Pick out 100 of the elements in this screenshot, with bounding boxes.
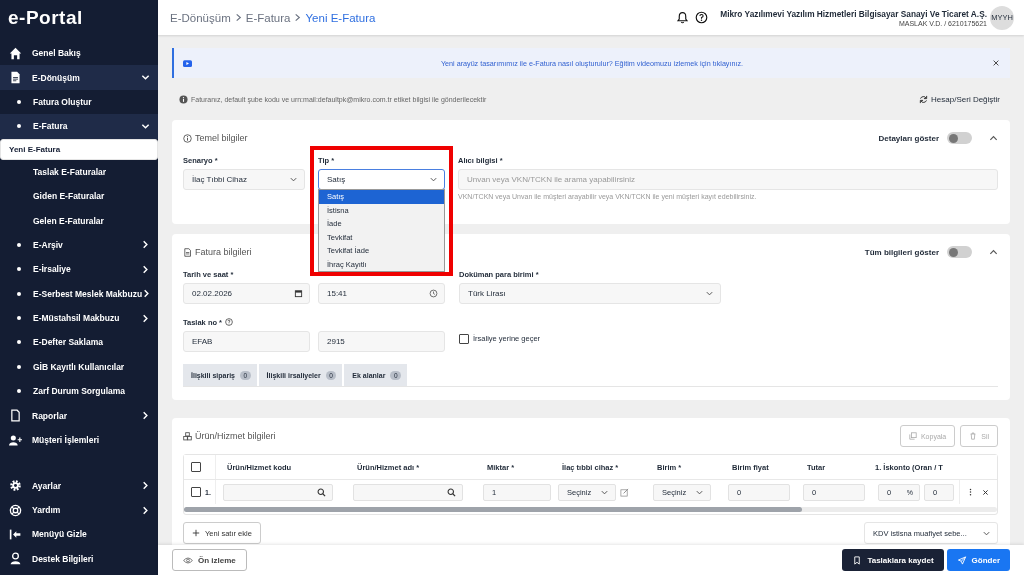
search-icon (447, 487, 456, 497)
sidebar-item[interactable]: Fatura Oluştur (0, 89, 158, 115)
bookmark-icon (852, 555, 863, 565)
send-button[interactable]: Gönder (946, 549, 1010, 571)
sidebar-item[interactable]: Ayarlar (0, 473, 158, 498)
sidebar-item[interactable]: Taslak E-Faturalar (0, 159, 158, 184)
chevron-right-icon (141, 481, 150, 491)
draft-series-field[interactable]: EFAB (183, 331, 310, 352)
chevron-down-icon (141, 73, 150, 83)
bullet-icon (17, 389, 21, 394)
user-plus-icon (9, 433, 22, 447)
sidebar-item[interactable]: Zarf Durum Sorgulama (0, 379, 158, 404)
sidebar-item[interactable]: Destek Bilgileri (0, 546, 158, 571)
account-link[interactable]: Hesap/Seri Değiştir (919, 94, 1000, 104)
more-icon[interactable] (968, 488, 972, 496)
recipient-search-field[interactable]: Unvan veya VKN/TCKN ile arama yapabilirsiniz (458, 169, 998, 190)
clock-icon (429, 289, 438, 298)
boxes-icon (183, 431, 192, 441)
sidebar-item[interactable]: Yeni E-Fatura (0, 138, 158, 160)
bullet-icon (17, 340, 21, 345)
checkbox[interactable] (191, 487, 201, 497)
type-select[interactable]: Satış (318, 169, 445, 190)
trash-icon (969, 432, 978, 440)
toggle-switch[interactable] (947, 132, 972, 144)
date-field[interactable]: 02.02.2026 (183, 283, 310, 304)
info-icon (183, 133, 192, 143)
sidebar-item[interactable]: Giden E-Faturalar (0, 183, 158, 209)
sidebar-item[interactable]: GİB Kayıtlı Kullanıcılar (0, 354, 158, 380)
sidebar-item[interactable]: E-Fatura (0, 114, 158, 139)
chevron-up-icon[interactable] (989, 133, 998, 143)
logo[interactable]: e-Portal (0, 0, 158, 41)
sidebar-item[interactable]: Yardım (0, 497, 158, 523)
search-icon (317, 487, 326, 497)
chevron-right-icon (141, 505, 150, 515)
bell-icon[interactable] (676, 11, 690, 24)
bullet-icon (17, 124, 21, 129)
info-icon (179, 94, 188, 104)
breadcrumb-link[interactable]: E-Dönüşüm (170, 11, 231, 24)
time-field[interactable]: 15:41 (318, 283, 445, 304)
section-title: Temel bilgiler (195, 133, 248, 143)
sidebar-item[interactable]: Raporlar (0, 403, 158, 428)
search-field[interactable] (223, 483, 333, 501)
sidebar-item[interactable]: Gelen E-Faturalar (0, 208, 158, 233)
refresh-icon (919, 94, 929, 104)
draft-number-field[interactable]: 2915 (318, 331, 445, 352)
company-name: Mikro Yazılımevi Yazılım Hizmetleri Bilgisayar Sanayi Ve Ticaret A.Ş. (720, 8, 987, 19)
sidebar-item[interactable]: Genel Bakış (0, 41, 158, 66)
sidebar-item[interactable]: E-İrsaliye (0, 257, 158, 282)
lifebuoy-icon (9, 503, 22, 517)
chevron-down-icon (705, 289, 714, 298)
help-icon[interactable] (695, 11, 709, 24)
sidebar-item[interactable]: E-Müstahsil Makbuzu (0, 305, 158, 331)
home-icon (9, 46, 22, 60)
scrollbar[interactable] (184, 507, 997, 512)
toggle-switch[interactable] (947, 246, 972, 258)
document-icon (183, 247, 192, 257)
sidebar-item[interactable]: E-Serbest Meslek Makbuzu (0, 281, 158, 306)
section-title: Fatura bilgileri (195, 247, 252, 257)
sidebar-item[interactable]: Müşteri İşlemleri (0, 427, 158, 453)
checkbox[interactable] (191, 462, 201, 472)
chevron-down-icon (429, 175, 438, 184)
bullet-icon (17, 316, 21, 321)
document-icon (9, 71, 22, 85)
section-title: Ürün/Hizmet bilgileri (195, 431, 276, 441)
close-icon[interactable] (992, 59, 1000, 67)
calendar-icon (294, 289, 303, 298)
bullet-icon (17, 291, 21, 296)
scenario-select[interactable]: İlaç Tıbbi Cihaz (183, 169, 305, 190)
collapse-icon (9, 527, 22, 541)
close-icon[interactable] (981, 488, 989, 496)
bullet-icon (17, 242, 21, 247)
send-icon (956, 555, 967, 565)
breadcrumb-link[interactable]: E-Fatura (245, 11, 291, 24)
bullet-icon (17, 267, 21, 272)
toggle-label: Tüm bilgileri göster (864, 247, 939, 257)
chevron-right-icon (141, 411, 150, 421)
toggle-label: Detayları göster (878, 133, 939, 143)
chevron-right-icon (142, 289, 152, 299)
search-field[interactable] (353, 483, 463, 501)
person-icon (9, 552, 22, 566)
page-icon (9, 409, 22, 423)
chevron-up-icon[interactable] (989, 247, 998, 257)
copy-icon (908, 432, 917, 440)
currency-select[interactable]: Türk Lirası (459, 283, 721, 304)
sidebar-item[interactable]: E-Defter Saklama (0, 330, 158, 355)
edit-icon[interactable] (620, 487, 629, 497)
sidebar-item[interactable]: E-Dönüşüm (0, 65, 158, 90)
breadcrumb-link[interactable]: Yeni E-Fatura (305, 11, 376, 24)
chevron-right-icon (141, 240, 150, 250)
gear-icon (9, 479, 22, 493)
bullet-icon (17, 364, 21, 369)
sidebar-item[interactable]: Menüyü Gizle (0, 522, 158, 547)
preview-button[interactable]: Ön izleme (172, 549, 247, 571)
checkbox[interactable] (459, 333, 469, 344)
save-draft-button[interactable]: Taslaklara kaydet (842, 549, 944, 571)
eye-icon (183, 555, 193, 565)
plus-icon (192, 529, 200, 537)
sidebar-item[interactable]: E-Arşiv (0, 232, 158, 258)
chevron-right-icon (141, 313, 150, 323)
video-icon (183, 59, 192, 67)
